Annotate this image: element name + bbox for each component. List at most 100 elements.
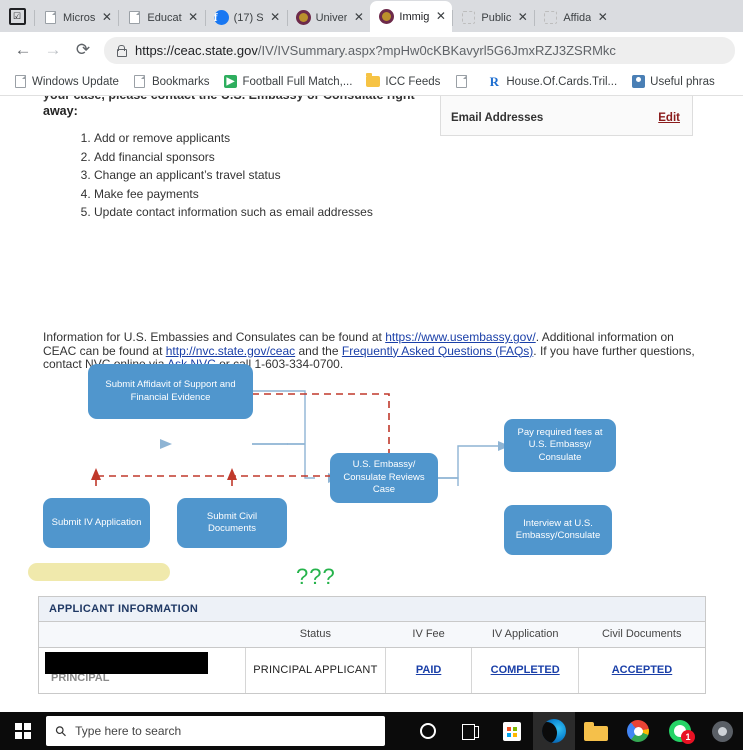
table-header-row: Status IV Fee IV Application Civil Docum… xyxy=(39,622,705,648)
profile-icon[interactable]: ☑ xyxy=(0,0,34,32)
browser-tab-label: (17) S xyxy=(233,11,264,24)
close-icon[interactable]: ✕ xyxy=(352,11,365,24)
browser-tab-label: Univer xyxy=(315,11,348,24)
url-path: /IV/IVSummary.aspx?mpHw0cKBKavyrl5G6JmxR… xyxy=(257,42,616,58)
flow-node-embassy-review: U.S. Embassy/ Consulate Reviews Case xyxy=(330,453,438,503)
table-row: PRINCIPAL PRINCIPAL APPLICANT PAID COMPL… xyxy=(39,647,705,693)
process-flowchart: Submit Affidavit of Support and Financia… xyxy=(0,286,743,555)
close-icon[interactable]: ✕ xyxy=(187,11,200,24)
edge-icon[interactable] xyxy=(533,712,575,750)
email-addresses-panel: Email Addresses Edit xyxy=(440,96,693,136)
taskbar-search-input[interactable]: ⚲ Type here to search xyxy=(45,716,385,746)
browser-tab-strip: ☑ Micros ✕ Educat ✕ f (17) S ✕ Univer ✕ Immig ✕ Pub… xyxy=(0,0,743,32)
step-item: Add financial sponsors xyxy=(94,148,373,167)
bookmark-label: Useful phras xyxy=(650,75,715,88)
lock-icon xyxy=(114,44,127,57)
browser-toolbar: ← → ⟳ https://ceac.state.gov/IV/IVSummar… xyxy=(0,32,743,68)
email-addresses-label: Email Addresses xyxy=(451,112,544,124)
chrome-icon[interactable] xyxy=(617,712,659,750)
browser-tab-0[interactable]: Micros ✕ xyxy=(34,3,118,32)
close-icon[interactable]: ✕ xyxy=(100,11,113,24)
bookmark-item-4[interactable] xyxy=(447,75,480,89)
bookmark-label: Football Full Match,... xyxy=(242,75,353,88)
applicant-role: PRINCIPAL xyxy=(51,672,110,685)
person-icon xyxy=(631,75,645,89)
flow-node-affidavit: Submit Affidavit of Support and Financia… xyxy=(88,364,253,419)
page-icon xyxy=(127,10,142,25)
windows-taskbar: ⚲ Type here to search 1 xyxy=(0,712,743,750)
bookmark-label: House.Of.Cards.Tril... xyxy=(506,75,618,88)
browser-tab-3[interactable]: Univer ✕ xyxy=(286,3,371,32)
browser-tab-4[interactable]: Immig ✕ xyxy=(370,1,453,32)
col-header-iv-fee: IV Fee xyxy=(385,622,472,648)
task-view-icon[interactable] xyxy=(449,712,491,750)
page-icon xyxy=(454,75,468,89)
browser-tab-label: Immig xyxy=(399,10,430,23)
page-icon xyxy=(43,10,58,25)
back-button[interactable]: ← xyxy=(8,35,38,65)
civil-documents-link[interactable]: ACCEPTED xyxy=(612,664,673,676)
intro-away-text: away: xyxy=(43,104,78,118)
bookmark-item-6[interactable]: Useful phras xyxy=(624,75,722,89)
applicant-name-cell: PRINCIPAL xyxy=(39,648,245,693)
step-item: Make fee payments xyxy=(94,185,373,204)
iv-fee-link[interactable]: PAID xyxy=(416,664,441,676)
col-header-civil-documents: Civil Documents xyxy=(578,622,705,648)
close-icon[interactable]: ✕ xyxy=(269,11,282,24)
applicant-status-cell: PRINCIPAL APPLICANT xyxy=(244,647,386,693)
browser-tab-label: Educat xyxy=(147,11,182,24)
flow-node-embassy-review-label: U.S. Embassy/ Consulate Reviews Case xyxy=(343,459,425,496)
step-item: Add or remove applicants xyxy=(94,129,373,148)
annotation-layer xyxy=(0,551,743,596)
whatsapp-icon[interactable]: 1 xyxy=(659,712,701,750)
browser-tab-6[interactable]: Affida ✕ xyxy=(534,3,614,32)
col-header-status: Status xyxy=(245,622,386,648)
microsoft-store-icon[interactable] xyxy=(491,712,533,750)
browser-tab-2[interactable]: f (17) S ✕ xyxy=(204,3,287,32)
browser-tab-5[interactable]: Public ✕ xyxy=(452,3,534,32)
windows-logo-icon xyxy=(14,723,31,739)
seal-icon xyxy=(295,10,311,25)
forward-button[interactable]: → xyxy=(38,35,68,65)
facebook-icon: f xyxy=(213,10,229,25)
iv-fee-cell: PAID xyxy=(384,647,472,693)
step-item: Update contact information such as email… xyxy=(94,203,373,222)
flow-node-affidavit-label: Submit Affidavit of Support and Financia… xyxy=(105,379,236,403)
folder-icon xyxy=(366,73,381,89)
bookmark-item-0[interactable]: Windows Update xyxy=(6,75,126,89)
loading-icon xyxy=(461,10,476,25)
file-explorer-icon[interactable] xyxy=(575,712,617,750)
close-icon[interactable]: ✕ xyxy=(516,11,529,24)
whatsapp-badge: 1 xyxy=(681,730,695,744)
browser-tab-1[interactable]: Educat ✕ xyxy=(118,3,204,32)
bookmark-item-2[interactable]: ▶ Football Full Match,... xyxy=(216,75,359,89)
loading-icon xyxy=(543,10,558,25)
bookmark-item-3[interactable]: ICC Feeds xyxy=(359,73,447,89)
flow-node-interview-label: Interview at U.S. Embassy/Consulate xyxy=(515,517,601,542)
question-marks-annotation: ??? xyxy=(296,564,336,589)
bookmark-label: Bookmarks xyxy=(151,75,210,88)
col-header-name xyxy=(39,622,246,648)
step-item: Change an applicant’s travel status xyxy=(94,166,373,185)
address-bar[interactable]: https://ceac.state.gov/IV/IVSummary.aspx… xyxy=(104,36,735,64)
applicant-information-caption: APPLICANT INFORMATION xyxy=(39,597,705,622)
settings-app-icon[interactable] xyxy=(701,712,743,750)
bookmarks-bar: Windows Update Bookmarks ▶ Football Full Ma… xyxy=(0,68,743,96)
browser-tab-label: Affida xyxy=(563,11,592,24)
start-button[interactable] xyxy=(0,712,46,750)
url-text: https://ceac.state.gov/IV/IVSummary.aspx… xyxy=(135,43,616,58)
bookmark-item-5[interactable]: R House.Of.Cards.Tril... xyxy=(480,73,624,89)
green-app-icon: ▶ xyxy=(223,75,237,89)
close-icon[interactable]: ✕ xyxy=(434,10,447,23)
close-icon[interactable]: ✕ xyxy=(596,11,609,24)
bookmark-item-1[interactable]: Bookmarks xyxy=(126,75,217,89)
edit-email-link[interactable]: Edit xyxy=(658,112,680,124)
flow-node-pay-fees: Pay required fees at U.S. Embassy/ Consu… xyxy=(504,419,616,472)
letter-r-icon: R xyxy=(489,73,500,89)
iv-application-link[interactable]: COMPLETED xyxy=(491,664,560,676)
reload-button[interactable]: ⟳ xyxy=(68,35,98,65)
seal-icon xyxy=(379,9,395,24)
cortana-icon[interactable] xyxy=(407,712,449,750)
tab-list: Micros ✕ Educat ✕ f (17) S ✕ Univer ✕ Immig ✕ Publi… xyxy=(34,0,743,32)
flow-node-civil-documents: Submit Civil Documents xyxy=(177,498,287,548)
